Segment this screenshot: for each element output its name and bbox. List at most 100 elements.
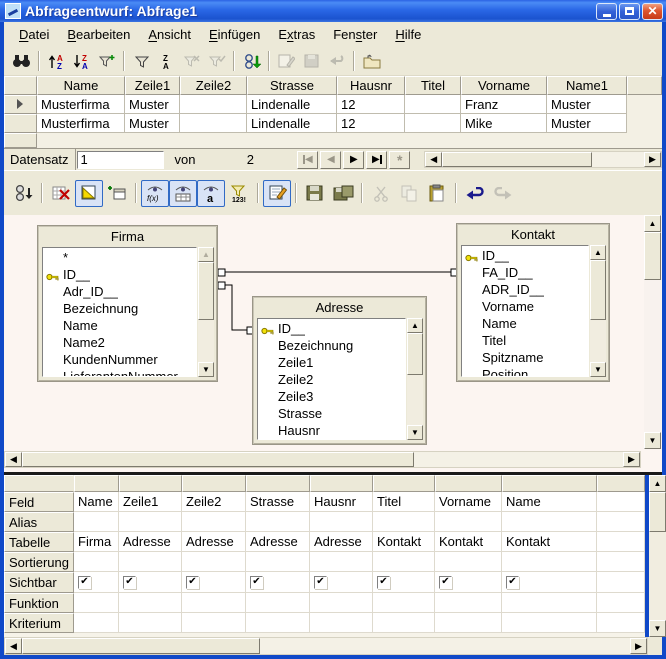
alias-cell[interactable] <box>597 512 645 532</box>
sort-descending-button[interactable]: Z A <box>69 49 94 73</box>
kriterium-cell[interactable] <box>435 613 502 633</box>
visible-checkbox[interactable] <box>377 576 390 589</box>
kriterium-cell[interactable] <box>502 613 597 633</box>
autofilter-button[interactable] <box>94 49 119 73</box>
column-header[interactable]: Name <box>37 76 125 95</box>
sortierung-cell[interactable] <box>597 552 645 572</box>
table-field[interactable]: Spitzname <box>462 349 588 366</box>
funktion-cell[interactable] <box>182 593 246 613</box>
tabelle-cell[interactable]: Adresse <box>246 532 310 552</box>
kriterium-cell[interactable] <box>74 613 119 633</box>
scroll-thumb[interactable] <box>644 232 661 280</box>
funktion-cell[interactable] <box>502 593 597 613</box>
sort-ascending-button[interactable]: A Z <box>44 49 69 73</box>
sortierung-cell[interactable] <box>373 552 435 572</box>
table-field[interactable]: Name2 <box>43 334 196 351</box>
grid-horizontal-scrollbar[interactable]: ◀ ▶ <box>424 151 662 168</box>
feld-cell[interactable] <box>597 492 645 512</box>
table-field[interactable]: KundenNummer <box>43 351 196 368</box>
standard-filter-button[interactable] <box>129 49 154 73</box>
funktion-cell[interactable] <box>246 593 310 613</box>
scroll-up-icon[interactable]: ▲ <box>407 318 423 333</box>
row-selector[interactable] <box>4 114 37 133</box>
table-field[interactable]: * <box>43 249 196 266</box>
design-horizontal-scrollbar[interactable]: ◀ ▶ <box>4 451 641 468</box>
scroll-thumb[interactable] <box>649 492 666 532</box>
criteria-column-header[interactable] <box>182 475 246 492</box>
scroll-track[interactable] <box>649 532 666 620</box>
visible-checkbox[interactable] <box>78 576 91 589</box>
title-bar[interactable]: Abfrageentwurf: Abfrage1 ✕ <box>0 0 666 22</box>
scroll-right-icon[interactable]: ▶ <box>623 452 640 467</box>
table-window-adresse[interactable]: Adresse ID__BezeichnungZeile1Zeile2Zeile… <box>252 296 427 445</box>
grid-cell[interactable]: Muster <box>547 95 627 114</box>
visible-checkbox[interactable] <box>123 576 136 589</box>
scroll-track[interactable] <box>198 320 214 362</box>
sortierung-cell[interactable] <box>246 552 310 572</box>
scroll-thumb[interactable] <box>198 262 214 320</box>
scroll-left-icon[interactable]: ◀ <box>5 452 22 467</box>
refresh-data-button[interactable] <box>239 49 264 73</box>
explorer-toggle-button[interactable] <box>359 49 384 73</box>
sortierung-cell[interactable] <box>119 552 182 572</box>
scroll-thumb[interactable] <box>22 638 260 654</box>
alias-cell[interactable] <box>310 512 373 532</box>
scroll-thumb[interactable] <box>590 260 606 320</box>
scroll-track[interactable] <box>590 320 606 362</box>
remove-filter-button[interactable] <box>179 49 204 73</box>
grid-cell[interactable] <box>180 95 247 114</box>
table-window-kontakt[interactable]: Kontakt ID__FA_ID__ADR_ID__VornameNameTi… <box>456 223 610 382</box>
alias-toggle-button[interactable]: a <box>197 180 225 207</box>
grid-cell[interactable] <box>180 114 247 133</box>
table-scrollbar[interactable]: ▲ ▼ <box>198 247 214 377</box>
column-header[interactable]: Vorname <box>461 76 547 95</box>
alias-cell[interactable] <box>246 512 310 532</box>
alias-cell[interactable] <box>502 512 597 532</box>
scroll-thumb[interactable] <box>22 452 414 467</box>
paste-button[interactable] <box>423 180 451 207</box>
visible-checkbox[interactable] <box>250 576 263 589</box>
sichtbar-cell[interactable] <box>373 572 435 593</box>
grid-cell[interactable]: Muster <box>547 114 627 133</box>
alias-cell[interactable] <box>74 512 119 532</box>
column-header[interactable]: Strasse <box>247 76 337 95</box>
scroll-down-icon[interactable]: ▼ <box>644 432 661 449</box>
column-header[interactable]: Zeile2 <box>180 76 247 95</box>
table-field[interactable]: Postfach <box>258 439 405 440</box>
menu-datei[interactable]: Datei <box>10 24 58 45</box>
add-table-button[interactable] <box>103 180 131 207</box>
table-field[interactable]: ID__ <box>43 266 196 283</box>
table-field[interactable]: Position <box>462 366 588 377</box>
kriterium-cell[interactable] <box>373 613 435 633</box>
tabelle-cell[interactable]: Firma <box>74 532 119 552</box>
apply-filter-button[interactable] <box>204 49 229 73</box>
table-field[interactable]: Bezeichnung <box>258 337 405 354</box>
relation-connector[interactable] <box>218 282 225 289</box>
funktion-cell[interactable] <box>119 593 182 613</box>
column-header[interactable]: Hausnr <box>337 76 405 95</box>
cut-button[interactable] <box>367 180 395 207</box>
table-field[interactable]: Name <box>462 315 588 332</box>
table-field[interactable]: Zeile1 <box>258 354 405 371</box>
sichtbar-cell[interactable] <box>182 572 246 593</box>
table-window-firma[interactable]: Firma *ID__Adr_ID__BezeichnungNameName2K… <box>37 225 218 382</box>
sortierung-cell[interactable] <box>182 552 246 572</box>
feld-cell[interactable]: Name <box>502 492 597 512</box>
undo-button[interactable] <box>461 180 489 207</box>
query-design-pane[interactable]: Firma *ID__Adr_ID__BezeichnungNameName2K… <box>4 215 662 472</box>
scroll-right-icon[interactable]: ▶ <box>644 152 661 167</box>
alias-cell[interactable] <box>435 512 502 532</box>
alias-cell[interactable] <box>373 512 435 532</box>
save-record-button[interactable] <box>299 49 324 73</box>
table-field[interactable]: Hausnr <box>258 422 405 439</box>
menu-hilfe[interactable]: Hilfe <box>386 24 430 45</box>
grid-cell[interactable] <box>405 95 461 114</box>
scroll-up-icon[interactable]: ▲ <box>198 247 214 262</box>
scroll-track[interactable] <box>407 375 423 425</box>
scroll-up-icon[interactable]: ▲ <box>590 245 606 260</box>
table-title[interactable]: Kontakt <box>457 224 609 244</box>
menu-einfuegen[interactable]: Einfügen <box>200 24 269 45</box>
redo-button[interactable] <box>489 180 517 207</box>
grid-cell[interactable]: Franz <box>461 95 547 114</box>
kriterium-cell[interactable] <box>182 613 246 633</box>
